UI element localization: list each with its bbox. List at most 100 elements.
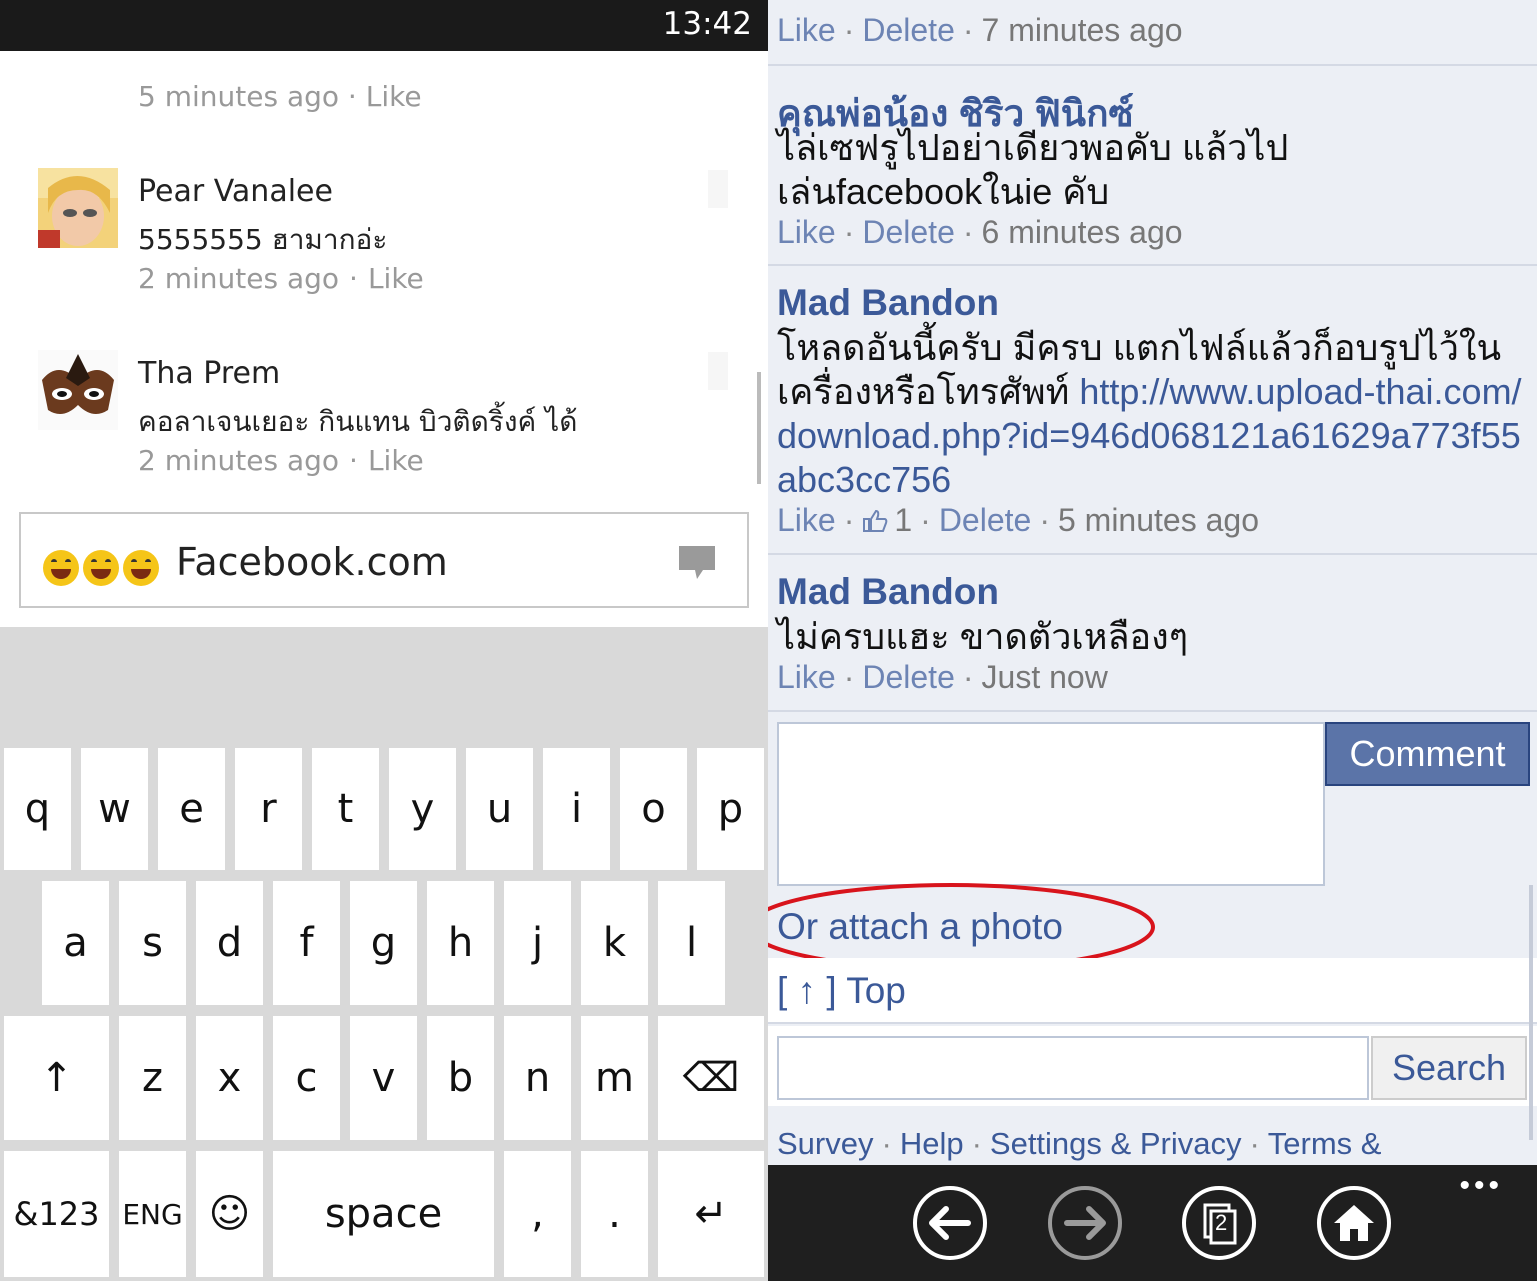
search-band: Search (768, 1026, 1537, 1106)
comment-options[interactable] (708, 170, 728, 208)
comment-meta: Like · Delete · Just now (777, 659, 1108, 695)
comment-time: 5 minutes ago (1057, 502, 1259, 538)
key-r[interactable]: r (235, 748, 302, 870)
key-o[interactable]: o (620, 748, 687, 870)
like-link[interactable]: Like (777, 214, 836, 250)
backspace-key[interactable]: ⌫ (658, 1016, 764, 1140)
key-k[interactable]: k (581, 881, 648, 1005)
comment-item: Like · Delete · 7 minutes ago (768, 0, 1537, 66)
key-i[interactable]: i (543, 748, 610, 870)
comment-input[interactable]: Facebook.com (19, 512, 749, 608)
comment-author[interactable]: Mad Bandon (777, 571, 999, 613)
comma-key[interactable]: , (504, 1151, 571, 1277)
likes-count: 1 (894, 502, 913, 538)
like-link[interactable]: Like (777, 659, 836, 695)
search-button[interactable]: Search (1371, 1036, 1527, 1100)
key-g[interactable]: g (350, 881, 417, 1005)
help-link[interactable]: Help (900, 1126, 964, 1161)
facebook-app-panel: 13:42 5 minutes ago · Like Pear Vanalee … (0, 0, 768, 1281)
key-x[interactable]: x (196, 1016, 263, 1140)
comment-meta: 2 minutes ago · Like (138, 262, 424, 295)
like-link[interactable]: Like (368, 444, 424, 477)
key-q[interactable]: q (4, 748, 71, 870)
comment-button[interactable]: Comment (1325, 722, 1530, 786)
comment-options[interactable] (708, 352, 728, 390)
thumbs-up-icon (862, 502, 888, 538)
home-icon[interactable] (1316, 1185, 1392, 1261)
top-link[interactable]: [ ↑ ] Top (777, 970, 906, 1012)
like-link[interactable]: Like (777, 502, 836, 538)
avatar[interactable] (38, 168, 118, 248)
shift-key[interactable]: ↑ (4, 1016, 109, 1140)
browser-app-bar: 2 ••• (768, 1165, 1537, 1281)
key-w[interactable]: w (81, 748, 148, 870)
settings-privacy-link[interactable]: Settings & Privacy (990, 1126, 1242, 1161)
back-icon[interactable] (912, 1185, 988, 1261)
key-u[interactable]: u (466, 748, 533, 870)
partial-comment-meta: 5 minutes ago · Like (138, 80, 422, 113)
key-s[interactable]: s (119, 881, 186, 1005)
key-v[interactable]: v (350, 1016, 417, 1140)
key-a[interactable]: a (42, 881, 109, 1005)
comment-meta: 2 minutes ago · Like (138, 444, 424, 477)
comment-text: ไล่เซฟรูไปอย่าเดียวพอคับ แล้วไปเล่นfaceb… (777, 127, 1289, 212)
avatar[interactable] (38, 350, 118, 430)
key-e[interactable]: e (158, 748, 225, 870)
space-key[interactable]: space (273, 1151, 494, 1277)
key-j[interactable]: j (504, 881, 571, 1005)
key-z[interactable]: z (119, 1016, 186, 1140)
comment-time: 6 minutes ago (981, 214, 1183, 250)
delete-link[interactable]: Delete (939, 502, 1032, 538)
key-n[interactable]: n (504, 1016, 571, 1140)
comment-item: Mad Bandon ไม่ครบแฮะ ขาดตัวเหลืองๆ Like ·… (768, 555, 1537, 712)
clock: 13:42 (662, 6, 752, 42)
key-m[interactable]: m (581, 1016, 648, 1140)
comment-meta: Like · 1 · Delete · 5 minutes ago (777, 502, 1259, 538)
key-l[interactable]: l (658, 881, 725, 1005)
like-link[interactable]: Like (777, 12, 836, 48)
survey-link[interactable]: Survey (777, 1126, 873, 1161)
forward-icon[interactable] (1047, 1185, 1123, 1261)
facebook-mobile-web-panel: Like · Delete · 7 minutes ago คุณพ่อน้อง ชิร… (768, 0, 1537, 1281)
enter-key[interactable]: ↵ (658, 1151, 764, 1277)
key-p[interactable]: p (697, 748, 764, 870)
delete-link[interactable]: Delete (862, 659, 955, 695)
laughing-emoji-icon (43, 550, 163, 586)
send-comment-icon[interactable] (679, 546, 715, 582)
scrollbar[interactable] (1529, 885, 1533, 1140)
tabs-icon[interactable]: 2 (1181, 1185, 1257, 1261)
key-d[interactable]: d (196, 881, 263, 1005)
key-y[interactable]: y (389, 748, 456, 870)
comment-input-text: Facebook.com (176, 540, 448, 584)
like-link[interactable]: Like (368, 262, 424, 295)
comment-author[interactable]: Mad Bandon (777, 282, 999, 324)
comment-author[interactable]: Tha Prem (138, 356, 280, 391)
key-f[interactable]: f (273, 881, 340, 1005)
emoji-key[interactable]: ☺ (196, 1151, 263, 1277)
terms-link[interactable]: Terms & (1268, 1126, 1382, 1161)
comment-text: โหลดอันนี้ครับ มีครบ แตกไฟล์แล้วก็อบรูปไ… (777, 326, 1527, 502)
comment-meta: Like · Delete · 7 minutes ago (777, 12, 1183, 48)
more-options-icon[interactable]: ••• (1459, 1169, 1503, 1203)
delete-link[interactable]: Delete (862, 12, 955, 48)
comment-textarea[interactable] (777, 722, 1325, 886)
key-c[interactable]: c (273, 1016, 340, 1140)
delete-link[interactable]: Delete (862, 214, 955, 250)
comment-time: 7 minutes ago (981, 12, 1183, 48)
key-h[interactable]: h (427, 881, 494, 1005)
period-key[interactable]: . (581, 1151, 648, 1277)
scrollbar[interactable] (757, 372, 761, 484)
top-band: [ ↑ ] Top (768, 958, 1537, 1024)
key-b[interactable]: b (427, 1016, 494, 1140)
symbols-key[interactable]: &123 (4, 1151, 109, 1277)
attach-photo-link[interactable]: Or attach a photo (777, 906, 1063, 948)
comment-item: Tha Prem คอลาเจนเยอะ กินแทน บิวติดริ้งค์… (38, 350, 758, 477)
key-t[interactable]: t (312, 748, 379, 870)
language-key[interactable]: ENG (119, 1151, 186, 1277)
comment-author[interactable]: Pear Vanalee (138, 174, 333, 209)
comment-item: คุณพ่อน้อง ชิริว ฟินิกซ์ ไล่เซฟรูไปอย่าเ… (768, 66, 1537, 266)
tabs-count: 2 (1215, 1210, 1228, 1235)
search-input[interactable] (777, 1036, 1369, 1100)
comment-item: Pear Vanalee 5555555 ฮามากอ่ะ 2 minutes … (38, 168, 758, 295)
comment-meta: Like · Delete · 6 minutes ago (777, 214, 1183, 250)
